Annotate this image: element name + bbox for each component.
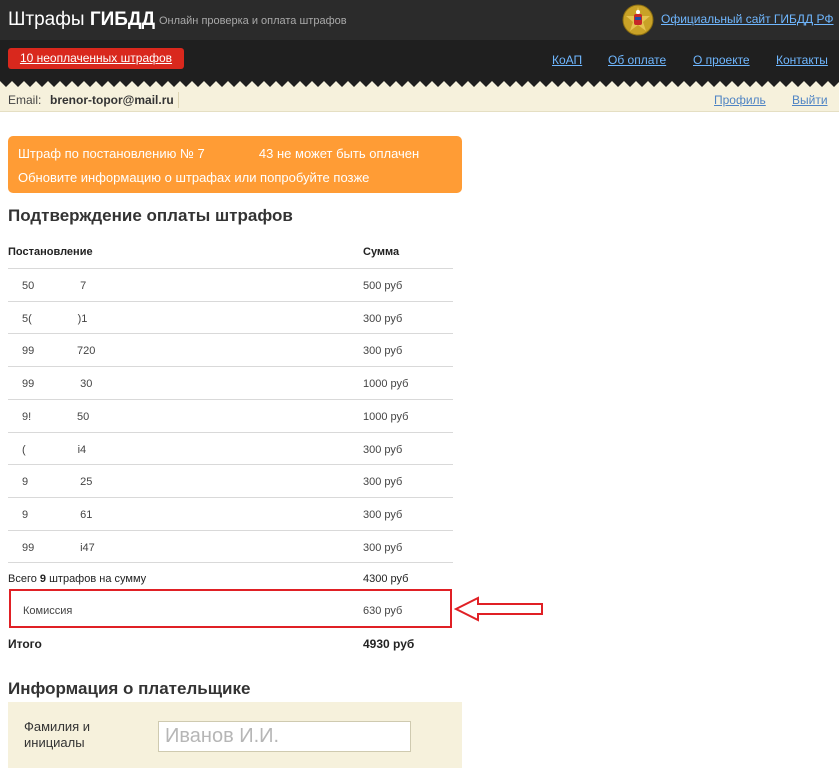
commission-label: Комиссия	[23, 605, 73, 617]
table-divider	[8, 562, 453, 563]
divider	[178, 92, 179, 108]
commission-highlight: Комиссия 630 руб	[9, 589, 452, 628]
fine-sum: 300 руб	[363, 508, 403, 521]
nav-link-contacts[interactable]: Контакты	[776, 53, 828, 67]
alert-hint: Обновите информацию о штрафах или попроб…	[18, 170, 370, 185]
fine-sum: 300 руб	[363, 476, 403, 489]
payer-info-title: Информация о плательщике	[8, 679, 251, 698]
table-row: 99 720 300 руб	[8, 333, 453, 366]
table-row: ( i4 300 руб	[8, 431, 453, 465]
table-row: 50 7 500 руб	[8, 268, 453, 301]
name-field-label: Фамилия и инициалы	[24, 719, 91, 750]
site-logo[interactable]: Штрафы ГИБДД	[8, 9, 155, 31]
table-row: 9 61 300 руб	[8, 496, 453, 530]
nav-link-about[interactable]: О проекте	[693, 53, 750, 67]
table-row: 9! 50 1000 руб	[8, 398, 453, 432]
total-sum: 4300 руб	[363, 573, 409, 585]
alert-message: Штраф по постановлению № 7 43 не может б…	[18, 146, 420, 161]
decree-number: 99 30	[22, 378, 93, 391]
grand-total-sum: 4930 руб	[363, 637, 415, 651]
total-prefix: Всего	[8, 573, 40, 585]
grand-total-label: Итого	[8, 637, 42, 651]
user-bar: Email: brenor-topor@mail.ru Профиль Выйт…	[0, 89, 839, 112]
fine-sum: 300 руб	[363, 312, 403, 325]
email-label: Email:	[8, 93, 42, 107]
decree-number: 9 25	[22, 476, 93, 489]
top-header: Штрафы ГИБДД Онлайн проверка и оплата шт…	[0, 0, 839, 40]
payment-error-alert: Штраф по постановлению № 7 43 не может б…	[8, 136, 462, 193]
gibdd-emblem-icon	[622, 4, 654, 36]
decree-number: 9! 50	[22, 410, 90, 423]
decree-number: ( i4	[22, 443, 87, 456]
fine-sum: 1000 руб	[363, 378, 409, 391]
header-zigzag-divider	[0, 81, 839, 89]
total-count-line: Всего 9 штрафов на сумму	[8, 573, 146, 585]
total-suffix: штрафов на сумму	[46, 573, 147, 585]
table-row: 9 25 300 руб	[8, 464, 453, 497]
nav-link-koap[interactable]: КоАП	[552, 53, 582, 67]
fine-sum: 300 руб	[363, 541, 403, 554]
fine-sum: 300 руб	[363, 443, 403, 456]
logout-link[interactable]: Выйти	[792, 93, 828, 107]
table-row: 99 i47 300 руб	[8, 529, 453, 563]
fine-sum: 1000 руб	[363, 410, 409, 423]
brand-part1: Штрафы	[8, 9, 85, 30]
nav-link-payment[interactable]: Об оплате	[608, 53, 666, 67]
table-row: 5( )1 300 руб	[8, 300, 453, 334]
decree-number: 9 61	[22, 508, 93, 521]
fine-sum: 500 руб	[363, 280, 403, 292]
fine-sum: 300 руб	[363, 345, 403, 358]
site-tagline: Онлайн проверка и оплата штрафов	[159, 15, 347, 27]
decree-number: 99 i47	[22, 541, 95, 554]
brand-part2: ГИБДД	[89, 9, 155, 30]
commission-sum: 630 руб	[363, 605, 403, 617]
main-nav: 10 неоплаченных штрафов КоАП Об оплате О…	[0, 40, 839, 81]
left-arrow-icon	[454, 596, 543, 622]
column-header-decree: Постановление	[8, 246, 93, 258]
profile-link[interactable]: Профиль	[714, 93, 766, 107]
name-input[interactable]	[158, 721, 411, 752]
confirmation-title: Подтверждение оплаты штрафов	[8, 206, 293, 225]
payer-form: Фамилия и инициалы	[8, 702, 462, 768]
official-site-link[interactable]: Официальный сайт ГИБДД РФ	[661, 12, 834, 26]
unpaid-fines-button[interactable]: 10 неоплаченных штрафов	[8, 48, 184, 69]
email-value: brenor-topor@mail.ru	[50, 93, 174, 107]
column-header-sum: Сумма	[363, 246, 400, 258]
decree-number: 99 720	[22, 345, 96, 358]
decree-number: 5( )1	[22, 312, 88, 325]
table-row: 99 30 1000 руб	[8, 366, 453, 399]
decree-number: 50 7	[22, 280, 87, 292]
